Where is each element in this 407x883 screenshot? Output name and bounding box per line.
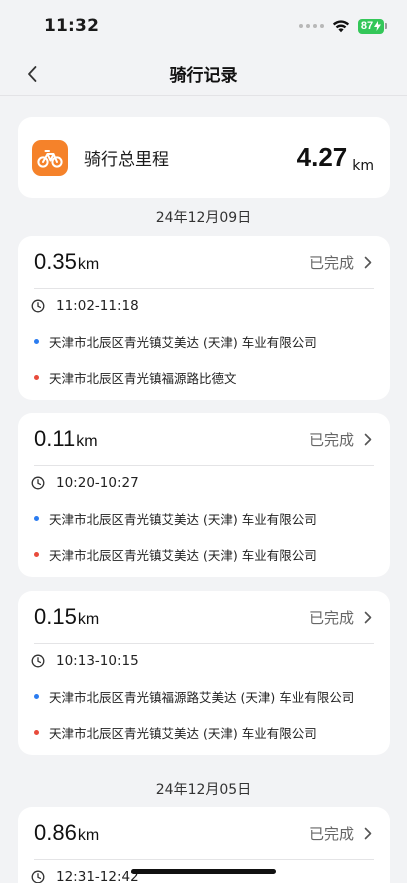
status-bar: 11:32 87 bbox=[0, 0, 407, 52]
start-point-dot bbox=[34, 693, 39, 699]
clock-icon bbox=[31, 654, 45, 668]
start-address: 天津市北辰区青光镇艾美达 (天津) 车业有限公司 bbox=[49, 334, 317, 350]
status-time: 11:32 bbox=[44, 16, 100, 36]
bike-icon bbox=[32, 139, 68, 176]
clock-icon bbox=[31, 476, 45, 490]
ride-status: 已完成 bbox=[309, 429, 372, 450]
wifi-icon bbox=[332, 20, 350, 33]
end-address-row: 天津市北辰区青光镇艾美达 (天津) 车业有限公司 bbox=[18, 714, 390, 750]
navigation-bar: 骑行记录 bbox=[0, 52, 407, 96]
end-point-dot bbox=[34, 374, 39, 380]
chevron-left-icon bbox=[28, 66, 37, 82]
end-address-row: 天津市北辰区青光镇艾美达 (天津) 车业有限公司 bbox=[18, 536, 390, 572]
ride-status: 已完成 bbox=[309, 607, 372, 628]
ride-time-range: 11:02-11:18 bbox=[56, 298, 139, 314]
start-address: 天津市北辰区青光镇福源路艾美达 (天津) 车业有限公司 bbox=[49, 689, 355, 705]
cellular-signal-icon bbox=[299, 24, 324, 28]
start-point-dot bbox=[34, 515, 39, 521]
clock-icon bbox=[31, 299, 45, 313]
ride-time-range: 12:31-12:42 bbox=[56, 869, 139, 883]
ride-time-range: 10:20-10:27 bbox=[56, 475, 139, 491]
total-distance-label: 骑行总里程 bbox=[84, 150, 169, 170]
end-address: 天津市北辰区青光镇艾美达 (天津) 车业有限公司 bbox=[49, 725, 317, 741]
chevron-right-icon bbox=[364, 433, 372, 445]
end-point-dot bbox=[34, 551, 39, 557]
back-button[interactable] bbox=[20, 62, 44, 86]
end-address-row: 天津市北辰区青光镇福源路比德文 bbox=[18, 359, 390, 395]
start-address-row: 天津市北辰区青光镇艾美达 (天津) 车业有限公司 bbox=[18, 500, 390, 536]
page-title: 骑行记录 bbox=[169, 66, 238, 86]
ride-time-row: 10:13-10:15 bbox=[18, 644, 390, 678]
start-point-dot bbox=[34, 338, 39, 344]
ride-time-range: 10:13-10:15 bbox=[56, 653, 139, 669]
end-point-dot bbox=[34, 729, 39, 735]
total-distance-card: 骑行总里程 4.27 km bbox=[18, 117, 390, 198]
ride-distance: 0.86km bbox=[34, 820, 100, 845]
total-distance-value: 4.27 bbox=[296, 142, 348, 172]
ride-time-row: 10:20-10:27 bbox=[18, 466, 390, 500]
status-indicators: 87 bbox=[299, 18, 387, 34]
chevron-right-icon bbox=[364, 256, 372, 268]
date-header: 24年12月09日 bbox=[155, 210, 252, 226]
ride-time-row: 11:02-11:18 bbox=[18, 289, 390, 323]
home-indicator[interactable] bbox=[131, 869, 276, 874]
charging-bolt-icon bbox=[374, 21, 382, 31]
battery-icon: 87 bbox=[358, 18, 387, 34]
ride-record-card[interactable]: 0.11km 已完成 10:20-10:27 天津市北辰区青光镇艾美达 (天津)… bbox=[18, 413, 390, 577]
ride-record-card[interactable]: 0.15km 已完成 10:13-10:15 天津市北辰区青光镇福源路艾美达 (… bbox=[18, 591, 390, 755]
ride-status: 已完成 bbox=[309, 823, 372, 844]
ride-distance: 0.11km bbox=[34, 426, 98, 451]
end-address: 天津市北辰区青光镇艾美达 (天津) 车业有限公司 bbox=[49, 547, 317, 563]
ride-distance: 0.15km bbox=[34, 604, 100, 629]
date-header: 24年12月05日 bbox=[155, 782, 252, 798]
start-address: 天津市北辰区青光镇艾美达 (天津) 车业有限公司 bbox=[49, 511, 317, 527]
clock-icon bbox=[31, 870, 45, 883]
chevron-right-icon bbox=[364, 827, 372, 839]
end-address: 天津市北辰区青光镇福源路比德文 bbox=[49, 370, 237, 386]
chevron-right-icon bbox=[364, 611, 372, 623]
start-address-row: 天津市北辰区青光镇艾美达 (天津) 车业有限公司 bbox=[18, 323, 390, 359]
battery-level: 87 bbox=[360, 20, 374, 32]
ride-status: 已完成 bbox=[309, 252, 372, 273]
start-address-row: 天津市北辰区青光镇福源路艾美达 (天津) 车业有限公司 bbox=[18, 678, 390, 714]
total-distance-unit: km bbox=[352, 158, 374, 174]
ride-record-card[interactable]: 0.35km 已完成 11:02-11:18 天津市北辰区青光镇艾美达 (天津)… bbox=[18, 236, 390, 400]
ride-distance: 0.35km bbox=[34, 249, 100, 274]
